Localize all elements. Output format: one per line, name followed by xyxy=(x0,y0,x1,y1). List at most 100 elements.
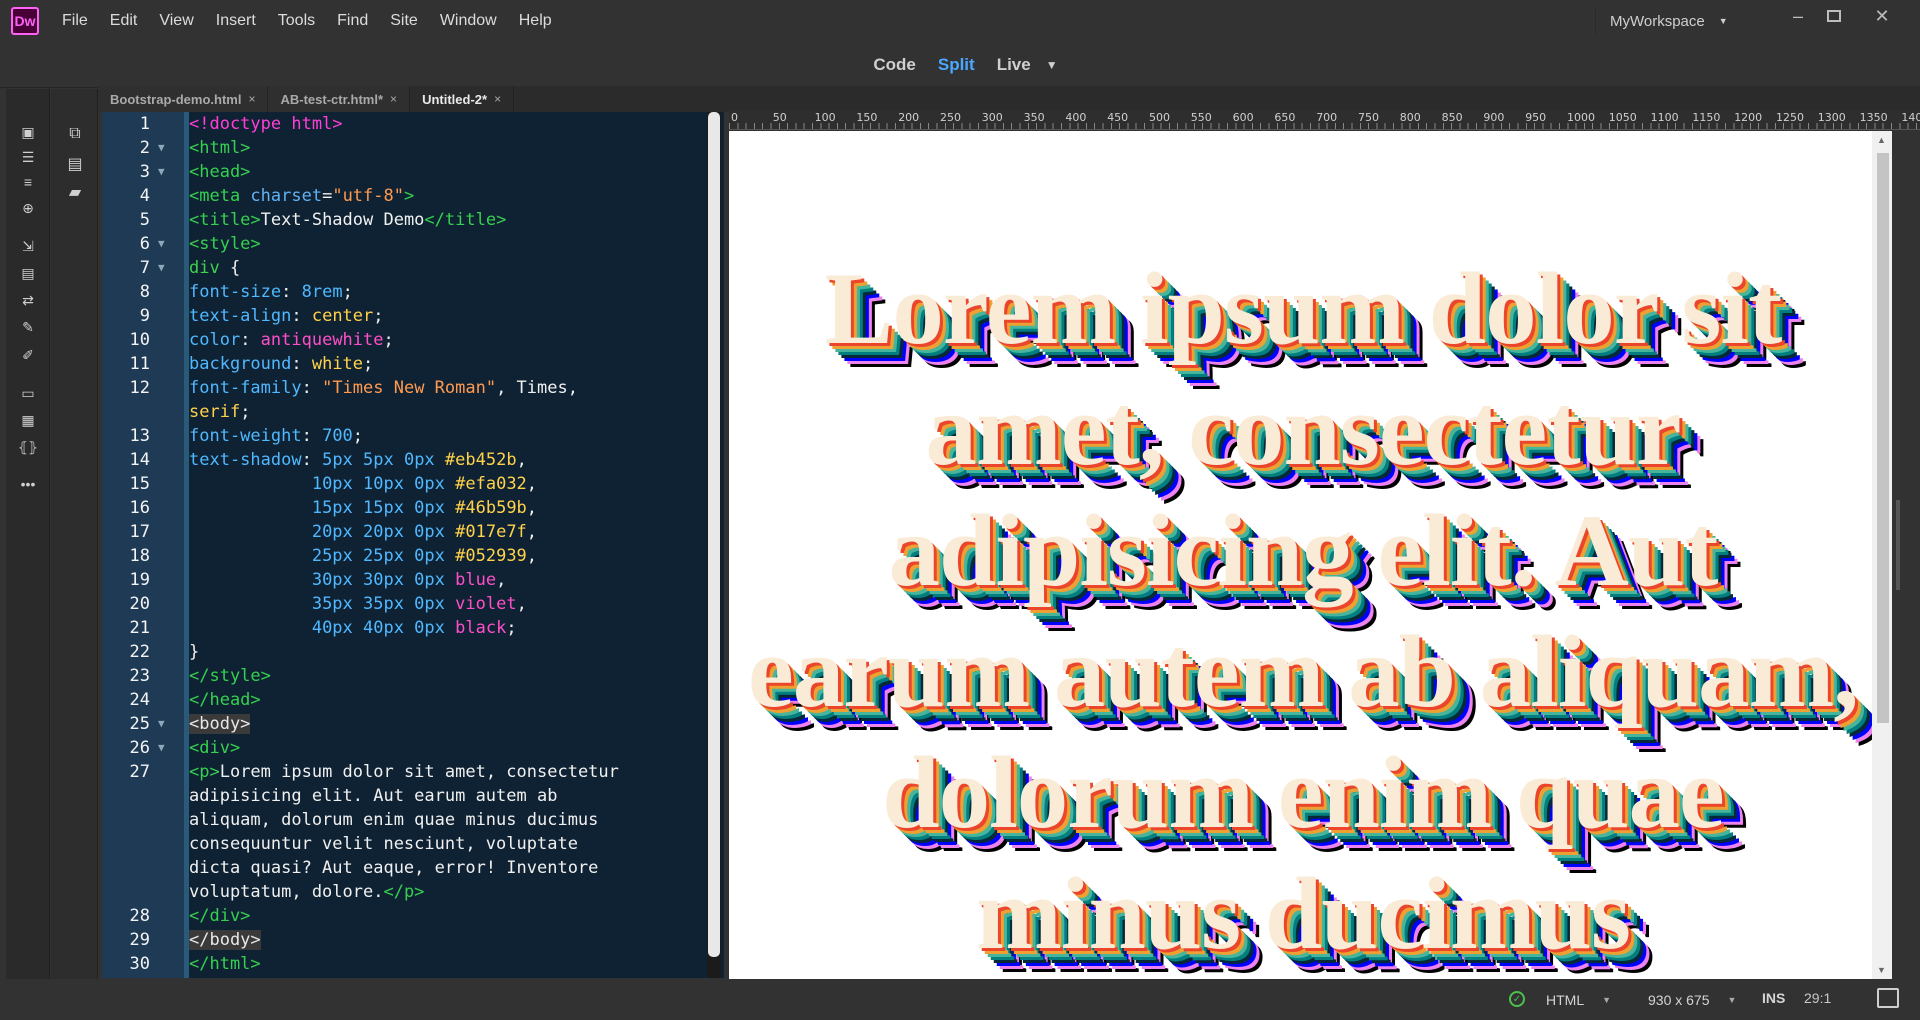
code-line[interactable]: 3 ▼ <head> xyxy=(102,160,724,184)
more-icon[interactable]: ••• xyxy=(15,473,41,495)
menu-help[interactable]: Help xyxy=(508,12,563,30)
close-tab-icon[interactable]: × xyxy=(390,92,397,106)
code-line[interactable]: dicta quasi? Aut eaque, error! Inventore xyxy=(102,856,724,880)
code-line[interactable]: 9 text-align: center; xyxy=(102,304,724,328)
code-line[interactable]: 14 text-shadow: 5px 5px 0px #eb452b, xyxy=(102,448,724,472)
window-size-select[interactable]: 930 x 675 ▼ xyxy=(1640,987,1746,1013)
code-line[interactable]: serif; xyxy=(102,400,724,424)
scroll-up-icon[interactable]: ▲ xyxy=(1877,135,1886,145)
brush-icon[interactable]: ✐ xyxy=(15,344,41,366)
code-line[interactable]: 12 font-family: "Times New Roman", Times, xyxy=(102,376,724,400)
code-line[interactable]: 24 </head> xyxy=(102,688,724,712)
code-line[interactable]: 22} xyxy=(102,640,724,664)
properties-panel-icon[interactable]: ▤ xyxy=(62,153,88,175)
view-code-button[interactable]: Code xyxy=(862,55,927,75)
document-type-select[interactable]: HTML ▼ xyxy=(1538,987,1624,1013)
code-scrollbar-thumb[interactable] xyxy=(708,112,720,957)
comment-icon[interactable]: ▭ xyxy=(15,382,41,404)
code-line[interactable]: 11 background: white; xyxy=(102,352,724,376)
expand-panel-icon[interactable]: ⇲ xyxy=(15,235,41,257)
ruler-label: 50 xyxy=(772,111,787,124)
menu-view[interactable]: View xyxy=(148,12,204,30)
workspace-switcher[interactable]: MyWorkspace ▼ xyxy=(1595,8,1728,34)
assets-panel-icon[interactable]: ⊕ xyxy=(15,197,41,219)
document-tab[interactable]: Untitled-2* × xyxy=(410,86,515,112)
code-line[interactable]: 4 <meta charset="utf-8"> xyxy=(102,184,724,208)
ruler-label: 100 xyxy=(814,111,836,124)
code-hint-icon[interactable]: ⦃⦄ xyxy=(15,436,41,458)
no-errors-check-icon[interactable]: ✓ xyxy=(1509,991,1525,1007)
code-scrollbar[interactable] xyxy=(707,112,721,978)
tools-icon[interactable]: ✎ xyxy=(15,316,41,338)
menu-find[interactable]: Find xyxy=(326,12,379,30)
view-live-button[interactable]: Live xyxy=(986,55,1042,75)
scroll-down-icon[interactable]: ▼ xyxy=(1877,965,1886,975)
menu-edit[interactable]: Edit xyxy=(99,12,149,30)
code-editor[interactable]: 1 <!doctype html> 2 ▼ <html> 3 ▼ <head> 4 <meta c… xyxy=(102,112,724,978)
code-line[interactable]: voluptatum, dolore.</p> xyxy=(102,880,724,904)
preview-scrollbar[interactable]: ▲ ▼ xyxy=(1872,131,1892,979)
live-preview[interactable]: Lorem ipsum dolor sit amet, consectetur … xyxy=(729,131,1872,979)
code-line[interactable]: 17 20px 20px 0px #017e7f, xyxy=(102,520,724,544)
code-text: <style> xyxy=(189,234,261,254)
code-line[interactable]: 5 <title>Text-Shadow Demo</title> xyxy=(102,208,724,232)
code-line[interactable]: 27 <p>Lorem ipsum dolor sit amet, consect… xyxy=(102,760,724,784)
briefcase-icon[interactable]: ▰ xyxy=(62,181,88,203)
code-line[interactable]: 2 ▼ <html> xyxy=(102,136,724,160)
code-line[interactable]: 8 font-size: 8rem; xyxy=(102,280,724,304)
panel-resize-handle[interactable] xyxy=(1896,500,1900,590)
code-line[interactable]: 13 font-weight: 700; xyxy=(102,424,724,448)
code-text: font-size: 8rem; xyxy=(189,282,353,302)
preview-scrollbar-thumb[interactable] xyxy=(1877,153,1889,723)
code-line[interactable]: 10 color: antiquewhite; xyxy=(102,328,724,352)
files-panel-icon[interactable]: ☰ xyxy=(15,146,41,168)
close-tab-icon[interactable]: × xyxy=(494,92,501,106)
fold-arrow-icon[interactable]: ▼ xyxy=(158,736,178,760)
fold-arrow-icon[interactable]: ▼ xyxy=(158,136,178,160)
close-tab-icon[interactable]: × xyxy=(248,92,255,106)
menu-window[interactable]: Window xyxy=(429,12,508,30)
code-line[interactable]: 1 <!doctype html> xyxy=(102,112,724,136)
code-line[interactable]: 28 </div> xyxy=(102,904,724,928)
dom-panel-icon[interactable]: ≡ xyxy=(15,171,41,193)
code-line[interactable]: 30 </html> xyxy=(102,952,724,976)
real-time-preview-icon[interactable] xyxy=(1877,988,1899,1008)
code-line[interactable]: 29 </body> xyxy=(102,928,724,952)
reference-icon[interactable]: ▦ xyxy=(15,409,41,431)
code-line[interactable]: 21 40px 40px 0px black; xyxy=(102,616,724,640)
fold-arrow-icon[interactable]: ▼ xyxy=(158,160,178,184)
code-line[interactable]: 7 ▼ div { xyxy=(102,256,724,280)
view-split-button[interactable]: Split xyxy=(927,55,986,75)
code-line[interactable]: 15 10px 10px 0px #efa032, xyxy=(102,472,724,496)
menu-insert[interactable]: Insert xyxy=(205,12,267,30)
code-line[interactable]: 20 35px 35px 0px violet, xyxy=(102,592,724,616)
code-line[interactable]: 26 ▼ <div> xyxy=(102,736,724,760)
code-line[interactable]: 18 25px 25px 0px #052939, xyxy=(102,544,724,568)
code-line[interactable]: aliquam, dolorum enim quae minus ducimus xyxy=(102,808,724,832)
code-line[interactable]: 23 </style> xyxy=(102,664,724,688)
code-line[interactable]: 6 ▼ <style> xyxy=(102,232,724,256)
document-tab[interactable]: Bootstrap-demo.html × xyxy=(98,86,269,112)
code-line[interactable]: consequuntur velit nesciunt, voluptate xyxy=(102,832,724,856)
close-icon[interactable]: ✕ xyxy=(1862,4,1902,28)
document-tab[interactable]: AB-test-ctr.html* × xyxy=(268,86,411,112)
code-line[interactable]: adipisicing elit. Aut earum autem ab xyxy=(102,784,724,808)
css-designer-icon[interactable]: ⇄ xyxy=(15,289,41,311)
code-line[interactable]: 16 15px 15px 0px #46b59b, xyxy=(102,496,724,520)
insert-panel-icon[interactable]: ▣ xyxy=(15,121,41,143)
insert-mode-toggle[interactable]: INS xyxy=(1762,990,1785,1006)
fold-arrow-icon[interactable]: ▼ xyxy=(158,232,178,256)
minimize-icon[interactable]: – xyxy=(1778,4,1818,28)
menu-file[interactable]: File xyxy=(51,12,99,30)
code-line[interactable]: 25 ▼ <body> xyxy=(102,712,724,736)
dom-tree-icon[interactable]: ⧉ xyxy=(62,123,88,145)
code-line[interactable]: 19 30px 30px 0px blue, xyxy=(102,568,724,592)
fold-arrow-icon[interactable]: ▼ xyxy=(158,256,178,280)
fold-arrow-icon[interactable]: ▼ xyxy=(158,712,178,736)
restore-icon[interactable] xyxy=(1814,4,1854,28)
menu-site[interactable]: Site xyxy=(379,12,429,30)
menu-tools[interactable]: Tools xyxy=(267,12,326,30)
live-options-chevron-down-icon[interactable]: ▼ xyxy=(1046,58,1058,72)
snippets-panel-icon[interactable]: ▤ xyxy=(15,262,41,284)
code-text: color: antiquewhite; xyxy=(189,330,394,350)
